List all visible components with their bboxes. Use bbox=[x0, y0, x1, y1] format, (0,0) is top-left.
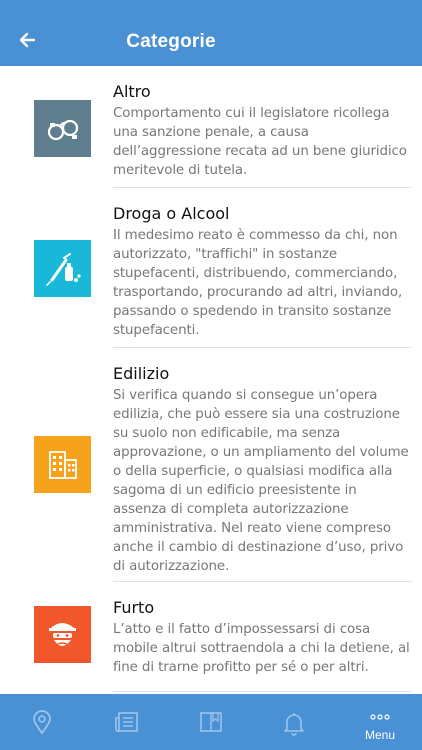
category-name: Altro bbox=[113, 82, 151, 101]
page-title: Categorie bbox=[126, 31, 216, 52]
category-name: Droga o Alcool bbox=[113, 204, 230, 223]
category-item-furto[interactable]: Furto L’atto e il fatto d’impossessarsi … bbox=[0, 582, 422, 692]
bell-icon bbox=[284, 713, 304, 736]
book-icon bbox=[200, 712, 222, 732]
tab-notifications[interactable] bbox=[252, 694, 336, 750]
category-icon-box bbox=[34, 606, 91, 663]
category-name: Furto bbox=[113, 598, 155, 617]
category-description: Il medesimo reato è commesso da chi, non… bbox=[113, 228, 403, 338]
category-name: Edilizio bbox=[113, 364, 170, 383]
handcuffs-icon bbox=[47, 119, 79, 141]
thief-icon bbox=[49, 623, 76, 646]
category-description: Comportamento cui il legislatore ricolle… bbox=[113, 106, 407, 178]
category-item-droga-o-alcool[interactable]: Droga o Alcool Il medesimo reato è comme… bbox=[0, 188, 422, 348]
category-item-altro[interactable]: Altro Comportamento cui il legislatore r… bbox=[0, 66, 422, 188]
category-icon-box bbox=[34, 240, 91, 297]
app-header: Categorie bbox=[0, 0, 422, 66]
tab-menu[interactable]: Menu bbox=[338, 694, 422, 750]
category-icon-box bbox=[34, 436, 91, 493]
map-pin-icon bbox=[33, 710, 51, 735]
tab-book[interactable] bbox=[168, 694, 252, 750]
tab-news[interactable] bbox=[84, 694, 168, 750]
category-icon-box bbox=[34, 100, 91, 157]
more-dots-icon bbox=[370, 714, 390, 720]
category-item-edilizio[interactable]: Edilizio Si verifica quando si consegue … bbox=[0, 348, 422, 582]
category-description: L’atto e il fatto d’impossessarsi di cos… bbox=[113, 622, 410, 675]
building-icon bbox=[49, 451, 77, 479]
tab-map[interactable] bbox=[0, 694, 84, 750]
syringe-bottle-icon bbox=[46, 253, 81, 286]
category-description: Si verifica quando si consegue un’opera … bbox=[113, 388, 409, 574]
bottom-tab-bar: Menu bbox=[0, 694, 422, 750]
category-list: Altro Comportamento cui il legislatore r… bbox=[0, 66, 422, 694]
menu-label: Menu bbox=[364, 728, 396, 742]
news-icon bbox=[115, 712, 138, 733]
divider bbox=[113, 691, 412, 692]
